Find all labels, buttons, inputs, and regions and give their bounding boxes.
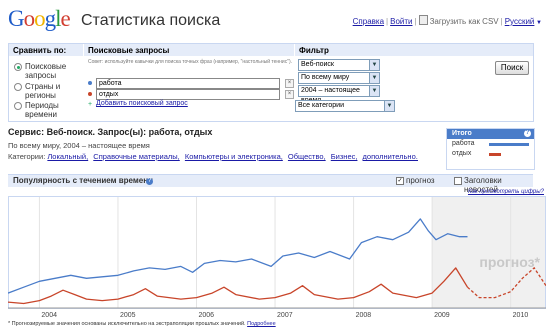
totals-row: работа (447, 139, 534, 149)
totals-heading: Итого ? (447, 129, 534, 139)
compare-option-queries[interactable]: Поисковые запросы (14, 62, 80, 80)
footnote-text: * Прогнозируемые значения основаны исклю… (8, 321, 246, 327)
google-logo[interactable]: Google (8, 6, 71, 32)
compare-option-label: Периоды времени (25, 101, 59, 119)
help-link[interactable]: Справка (353, 17, 384, 26)
chart-title: Популярность с течением времени (13, 176, 154, 185)
news-checkbox[interactable] (454, 177, 462, 185)
language-select[interactable]: Русский (505, 17, 535, 26)
term-input-1[interactable]: работа (96, 78, 280, 89)
compare-option-label: Поисковые запросы (25, 62, 67, 80)
queries-heading: Поисковые запросы (84, 44, 294, 56)
totals-row-label: отдых (452, 150, 472, 157)
chevron-down-icon: ▼ (369, 73, 379, 83)
add-term-link[interactable]: Добавить поисковый запрос (96, 100, 188, 107)
categories-line: Категории: Локальный, Справочные материа… (8, 152, 418, 161)
forecast-checkbox[interactable]: ✓ (396, 177, 404, 185)
totals-title: Итого (452, 130, 472, 137)
header: Google Статистика поиска Справка | Войти | З… (0, 0, 550, 40)
region-select[interactable]: По всему миру ▼ (298, 72, 380, 84)
category-link[interactable]: Компьютеры и электроника, (185, 152, 283, 161)
totals-box: Итого ? работа отдых (446, 128, 535, 170)
help-icon[interactable]: ? (146, 178, 153, 185)
category-link[interactable]: Справочные материалы, (93, 152, 180, 161)
chevron-down-icon: ▼ (384, 101, 394, 111)
x-tick-label: 2004 (41, 312, 57, 319)
forecast-region (432, 197, 545, 308)
totals-bar (489, 143, 529, 146)
forecast-watermark: прогноз* (479, 254, 540, 270)
chevron-down-icon: ▼ (369, 86, 379, 96)
region-summary: По всему миру, 2004 – настоящее время (8, 141, 150, 150)
top-nav: Справка | Войти | Загрузить как CSV | Русский … (352, 15, 542, 26)
x-tick-label: 2007 (277, 312, 293, 319)
chevron-down-icon[interactable]: ▼ (534, 20, 542, 26)
compare-option-periods[interactable]: Периоды времени (14, 101, 80, 119)
region-select-value: По всему миру (301, 74, 350, 81)
filter-heading: Фильтр (295, 44, 533, 56)
signin-link[interactable]: Войти (390, 17, 412, 26)
source-select[interactable]: Веб-поиск ▼ (298, 59, 380, 71)
search-button[interactable]: Поиск (495, 61, 529, 75)
category-link[interactable]: Локальный, (47, 152, 88, 161)
x-tick-label: 2008 (356, 312, 372, 319)
compare-option-regions[interactable]: Страны и регионы (14, 82, 80, 100)
service-summary: Сервис: Веб-поиск. Запрос(ы): работа, от… (8, 127, 213, 137)
category-select-value: Все категории (298, 102, 344, 109)
radio-icon[interactable] (14, 83, 22, 91)
series-color-dot (88, 92, 92, 96)
x-tick-label: 2009 (434, 312, 450, 319)
remove-term-icon[interactable]: × (285, 90, 294, 99)
category-select[interactable]: Все категории ▼ (295, 100, 395, 112)
more-info-link[interactable]: Подробнее (247, 321, 276, 327)
footnote: * Прогнозируемые значения основаны исклю… (8, 321, 276, 327)
trend-chart: прогноз* 2004 2005 2006 2007 2008 2009 2010 (8, 196, 546, 319)
x-tick-label: 2006 (198, 312, 214, 319)
series-color-dot (88, 81, 92, 85)
add-icon: + (88, 101, 93, 108)
compare-option-label: Страны и регионы (25, 82, 61, 100)
radio-selected-icon[interactable] (14, 63, 22, 71)
radio-icon[interactable] (14, 102, 22, 110)
more-categories-link[interactable]: дополнительно... (363, 152, 418, 161)
term-row-2: отдых × (88, 89, 298, 100)
source-select-value: Веб-поиск (301, 61, 334, 68)
totals-bar (489, 153, 501, 156)
search-hint: Совет: используйте кавычки для поиска то… (88, 59, 293, 65)
chart-header: Популярность с течением времени ? ✓ прог… (8, 174, 533, 194)
how-to-view-numbers-link[interactable]: Как просмотреть цифры? (468, 189, 544, 195)
period-select[interactable]: 2004 – настоящее время ▼ (298, 85, 380, 104)
categories-label: Категории: (8, 152, 46, 161)
forecast-label: прогноз (406, 176, 435, 185)
query-panel: Сравнить по: Поисковые запросы Фильтр По… (8, 43, 534, 122)
totals-row-label: работа (452, 140, 475, 147)
csv-download-link[interactable]: Загрузить как CSV (430, 17, 499, 26)
app-title: Статистика поиска (81, 12, 221, 29)
compare-heading: Сравнить по: (9, 44, 83, 56)
remove-term-icon[interactable]: × (285, 79, 294, 88)
category-link[interactable]: Общество, (288, 152, 326, 161)
csv-download-icon (418, 15, 428, 25)
help-icon[interactable]: ? (524, 130, 531, 137)
chevron-down-icon: ▼ (369, 60, 379, 70)
category-link[interactable]: Бизнес, (331, 152, 358, 161)
x-tick-label: 2010 (513, 312, 529, 319)
totals-row: отдых (447, 149, 534, 159)
x-tick-label: 2005 (120, 312, 136, 319)
term-input-2[interactable]: отдых (96, 89, 280, 100)
term-row-1: работа × (88, 78, 298, 89)
